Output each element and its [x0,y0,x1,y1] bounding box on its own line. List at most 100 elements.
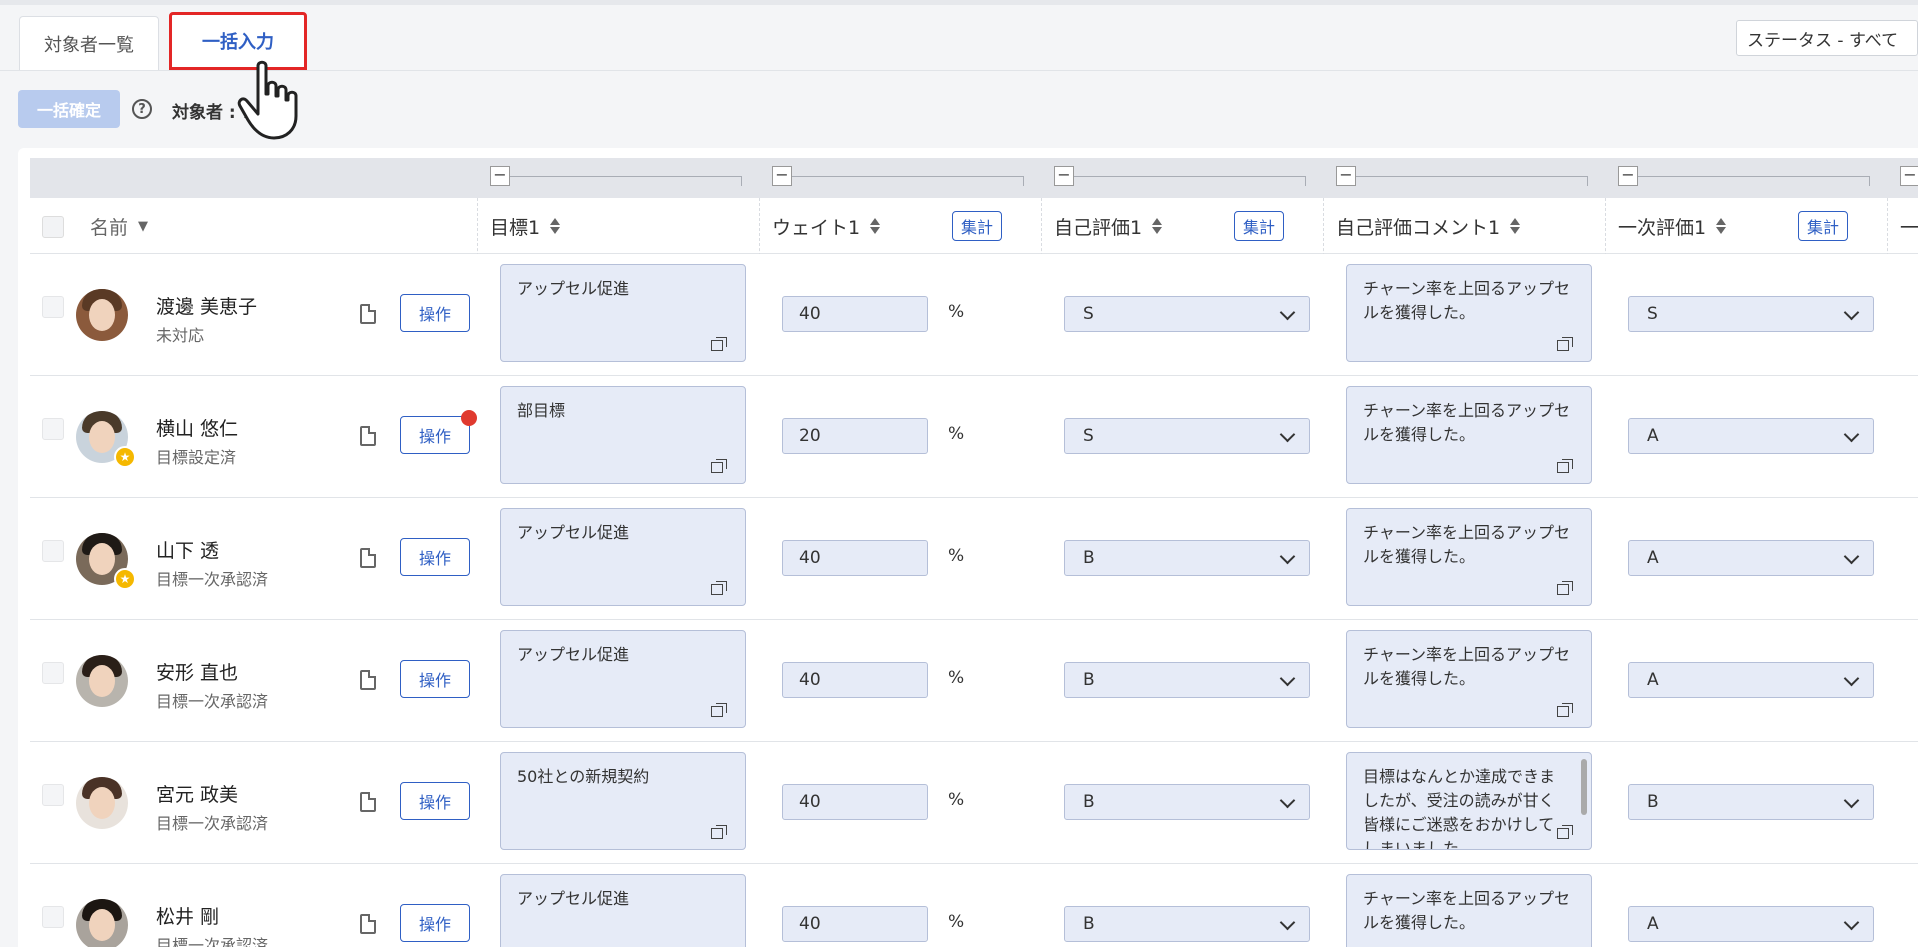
operation-button[interactable]: 操作 [400,660,470,698]
self-eval-select[interactable]: B [1064,540,1310,576]
collapse-comment-group-button[interactable]: − [1336,166,1356,186]
collapse-goal-group-button[interactable]: − [490,166,510,186]
first-eval-select[interactable]: A [1628,418,1874,454]
expand-icon[interactable] [1557,459,1573,473]
name-column-header[interactable]: 名前 ▼ [90,198,148,254]
first-eval-select[interactable]: B [1628,784,1874,820]
expand-icon[interactable] [1557,703,1573,717]
weight-input[interactable]: 40 [782,296,928,332]
document-icon[interactable] [360,426,376,446]
collapse-weight-group-button[interactable]: − [772,166,792,186]
name-header-label: 名前 [90,216,129,239]
self-comment-textarea[interactable]: チャーン率を上回るアップセルを獲得した。 [1346,386,1592,484]
row-checkbox[interactable] [42,296,64,318]
self-eval-sum-button[interactable]: 集計 [1234,211,1285,241]
select-all-checkbox[interactable] [42,216,64,238]
row-checkbox[interactable] [42,906,64,928]
expand-icon[interactable] [711,703,727,717]
first-eval-value: B [1647,792,1659,812]
first-eval-select[interactable]: S [1628,296,1874,332]
weight-input[interactable]: 20 [782,418,928,454]
self-comment-textarea[interactable]: チャーン率を上回るアップセルを獲得した。 [1346,874,1592,947]
employee-name: 安形 直也 [156,662,239,684]
collapse-next-group-button[interactable]: − [1900,166,1918,186]
first-eval-select[interactable]: A [1628,906,1874,942]
document-icon[interactable] [360,792,376,812]
help-icon[interactable]: ? [132,99,152,119]
goal-textarea[interactable]: アップセル促進 [500,630,746,728]
self-comment-textarea[interactable]: チャーン率を上回るアップセルを獲得した。 [1346,264,1592,362]
self-eval-value: B [1083,792,1095,812]
star-badge-icon: ★ [114,446,136,468]
table-row: 宮元 政美 目標一次承認済 操作 50社との新規契約 40 % B 目標はなんと… [30,742,1918,864]
expand-icon[interactable] [711,459,727,473]
avatar [76,777,128,829]
self-eval-column-header[interactable]: 自己評価1 [1054,198,1163,254]
chevron-down-icon [1843,670,1860,687]
table-row: ★ 山下 透 目標一次承認済 操作 アップセル促進 40 % B チャーン率を上… [30,498,1918,620]
first-eval-select[interactable]: A [1628,540,1874,576]
goal-textarea[interactable]: アップセル促進 [500,508,746,606]
self-comment-textarea[interactable]: チャーン率を上回るアップセルを獲得した。 [1346,630,1592,728]
self-comment-column-header[interactable]: 自己評価コメント1 [1336,198,1521,254]
bulk-confirm-button[interactable]: 一括確定 [18,90,120,128]
employee-status: 目標一次承認済 [156,692,269,711]
self-eval-select[interactable]: S [1064,418,1310,454]
collapse-first-eval-group-button[interactable]: − [1618,166,1638,186]
goal-column-header[interactable]: 目標1 [490,198,561,254]
expand-icon[interactable] [711,581,727,595]
row-checkbox[interactable] [42,540,64,562]
expand-icon[interactable] [1557,825,1573,839]
self-comment-text: チャーン率を上回るアップセルを獲得した。 [1363,279,1571,322]
expand-icon[interactable] [1557,337,1573,351]
tab-target-list[interactable]: 対象者一覧 [19,16,159,70]
operation-button[interactable]: 操作 [400,538,470,576]
weight-input[interactable]: 40 [782,662,928,698]
row-checkbox[interactable] [42,662,64,684]
first-eval-select[interactable]: A [1628,662,1874,698]
goal-textarea[interactable]: アップセル促進 [500,264,746,362]
document-icon[interactable] [360,548,376,568]
goal-text: アップセル促進 [517,889,630,908]
expand-icon[interactable] [711,337,727,351]
collapse-self-eval-group-button[interactable]: − [1054,166,1074,186]
operation-button[interactable]: 操作 [400,782,470,820]
self-comment-textarea[interactable]: 目標はなんとか達成できましたが、受注の読みが甘く皆様にご迷惑をおかけしてしまいま… [1346,752,1592,850]
first-eval-column-header[interactable]: 一次評価1 [1618,198,1727,254]
self-eval-select[interactable]: B [1064,906,1310,942]
goal-textarea[interactable]: 部目標 [500,386,746,484]
weight-input[interactable]: 40 [782,540,928,576]
self-eval-select[interactable]: S [1064,296,1310,332]
weight-column-header[interactable]: ウェイト1 [772,198,881,254]
status-filter-select[interactable]: ステータス - すべて [1736,20,1918,56]
weight-sum-button[interactable]: 集計 [952,211,1003,241]
operation-button[interactable]: 操作 [400,904,470,942]
goal-textarea[interactable]: アップセル促進 [500,874,746,947]
self-eval-value: B [1083,670,1095,690]
goal-textarea[interactable]: 50社との新規契約 [500,752,746,850]
chevron-down-icon [1279,426,1296,443]
self-eval-value: B [1083,914,1095,934]
row-checkbox[interactable] [42,418,64,440]
percent-unit: % [948,668,965,688]
weight-input[interactable]: 40 [782,906,928,942]
chevron-down-icon [1279,304,1296,321]
chevron-down-icon [1279,548,1296,565]
weight-header-label: ウェイト1 [772,216,861,239]
self-eval-select[interactable]: B [1064,662,1310,698]
self-comment-text: 目標はなんとか達成できましたが、受注の読みが甘く皆様にご迷惑をおかけしてしまいま… [1363,767,1556,850]
expand-icon[interactable] [1557,581,1573,595]
self-comment-textarea[interactable]: チャーン率を上回るアップセルを獲得した。 [1346,508,1592,606]
sort-icon [550,216,561,236]
self-eval-select[interactable]: B [1064,784,1310,820]
expand-icon[interactable] [711,825,727,839]
first-eval-sum-button[interactable]: 集計 [1798,211,1849,241]
operation-button[interactable]: 操作 [400,294,470,332]
row-checkbox[interactable] [42,784,64,806]
document-icon[interactable] [360,670,376,690]
document-icon[interactable] [360,914,376,934]
textarea-scrollbar[interactable] [1581,759,1587,815]
operation-button[interactable]: 操作 [400,416,470,454]
document-icon[interactable] [360,304,376,324]
weight-input[interactable]: 40 [782,784,928,820]
